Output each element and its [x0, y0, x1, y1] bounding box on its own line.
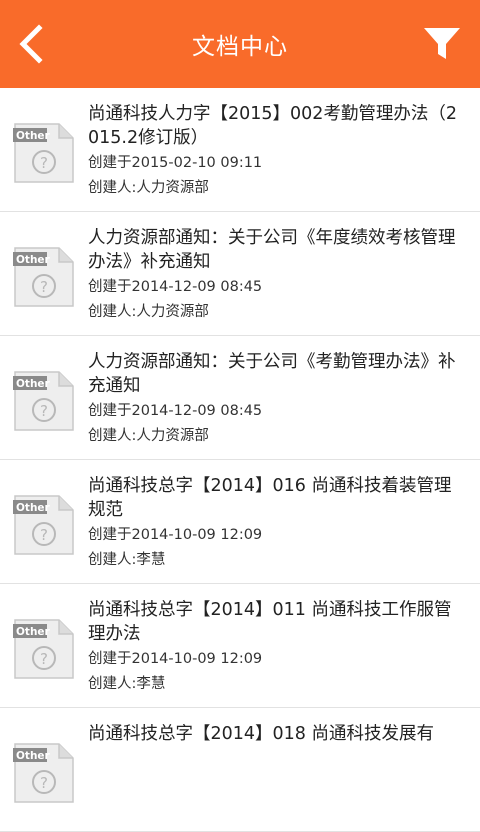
document-list-item[interactable]: Other ? 尚通科技人力字【2015】002考勤管理办法（2015.2修订版… [0, 88, 480, 212]
svg-text:?: ? [40, 650, 48, 668]
document-info: 尚通科技总字【2014】018 尚通科技发展有 [88, 722, 466, 747]
file-type-label: Other [16, 750, 51, 762]
filter-icon [424, 28, 460, 59]
file-other-icon: Other ? [13, 495, 74, 555]
document-title: 人力资源部通知：关于公司《考勤管理办法》补充通知 [88, 352, 456, 396]
document-creator: 创建人:李慧 [88, 676, 166, 692]
document-created: 创建于2014-10-09 12:09 [88, 527, 263, 543]
file-other-icon: Other ? [13, 371, 74, 431]
document-info: 人力资源部通知：关于公司《考勤管理办法》补充通知 创建于2014-12-09 0… [88, 350, 466, 448]
document-creator: 创建人:人力资源部 [88, 428, 209, 444]
document-created: 创建于2015-02-10 09:11 [88, 155, 263, 171]
document-title: 尚通科技人力字【2015】002考勤管理办法（2015.2修订版） [88, 104, 458, 148]
filter-button[interactable] [412, 0, 472, 88]
document-title: 尚通科技总字【2014】018 尚通科技发展有 [88, 724, 434, 744]
document-creator: 创建人:人力资源部 [88, 304, 209, 320]
document-title: 尚通科技总字【2014】016 尚通科技着装管理规范 [88, 476, 452, 520]
document-created: 创建于2014-12-09 08:45 [88, 279, 263, 295]
file-other-icon: Other ? [13, 619, 74, 679]
document-list-item[interactable]: Other ? 尚通科技总字【2014】016 尚通科技着装管理规范 创建于20… [0, 460, 480, 584]
document-list-item[interactable]: Other ? 人力资源部通知：关于公司《考勤管理办法》补充通知 创建于2014… [0, 336, 480, 460]
document-info: 尚通科技人力字【2015】002考勤管理办法（2015.2修订版） 创建于201… [88, 102, 466, 200]
file-other-icon: Other ? [13, 123, 74, 183]
file-type-label: Other [16, 378, 51, 390]
file-type-label: Other [16, 254, 51, 266]
file-other-icon: Other ? [13, 743, 74, 803]
file-type-label: Other [16, 502, 51, 514]
document-creator: 创建人:人力资源部 [88, 180, 209, 196]
document-info: 尚通科技总字【2014】016 尚通科技着装管理规范 创建于2014-10-09… [88, 474, 466, 572]
document-info: 人力资源部通知：关于公司《年度绩效考核管理办法》补充通知 创建于2014-12-… [88, 226, 466, 324]
file-type-label: Other [16, 626, 51, 638]
svg-text:?: ? [40, 154, 48, 172]
svg-text:?: ? [40, 526, 48, 544]
document-info: 尚通科技总字【2014】011 尚通科技工作服管理办法 创建于2014-10-0… [88, 598, 466, 696]
svg-text:?: ? [40, 402, 48, 420]
document-title: 尚通科技总字【2014】011 尚通科技工作服管理办法 [88, 600, 452, 644]
app-header: 文档中心 [0, 0, 480, 88]
svg-text:?: ? [40, 278, 48, 296]
document-created: 创建于2014-12-09 08:45 [88, 403, 263, 419]
document-list-item[interactable]: Other ? 尚通科技总字【2014】011 尚通科技工作服管理办法 创建于2… [0, 584, 480, 708]
document-creator: 创建人:李慧 [88, 552, 166, 568]
file-other-icon: Other ? [13, 247, 74, 307]
page-title: 文档中心 [192, 34, 288, 60]
document-list-item[interactable]: Other ? 人力资源部通知：关于公司《年度绩效考核管理办法》补充通知 创建于… [0, 212, 480, 336]
document-title: 人力资源部通知：关于公司《年度绩效考核管理办法》补充通知 [88, 228, 456, 272]
document-list: Other ? 尚通科技人力字【2015】002考勤管理办法（2015.2修订版… [0, 88, 480, 832]
svg-text:?: ? [40, 774, 48, 792]
document-list-item[interactable]: Other ? 尚通科技总字【2014】018 尚通科技发展有 [0, 708, 480, 832]
document-created: 创建于2014-10-09 12:09 [88, 651, 263, 667]
file-type-label: Other [16, 130, 51, 142]
